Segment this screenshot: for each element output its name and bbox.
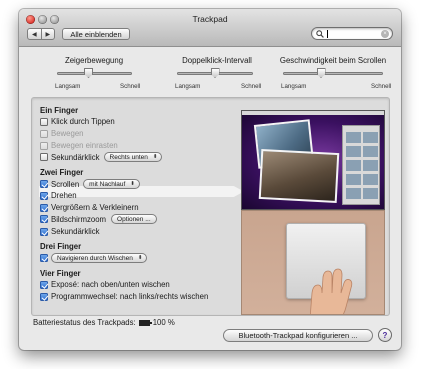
- rotate-option[interactable]: Drehen: [40, 191, 77, 200]
- text-caret: [327, 30, 328, 38]
- battery-status-value: 100 %: [152, 318, 175, 327]
- show-all-button[interactable]: Alle einblenden: [62, 28, 130, 40]
- forward-arrow-icon[interactable]: ▶: [40, 29, 55, 39]
- popup-arrows-icon: ⬍: [130, 181, 135, 187]
- secondary-click-two-checkbox[interactable]: [40, 227, 48, 236]
- tap-to-click-label: Klick durch Tippen: [51, 117, 115, 126]
- gesture-preview-video: [241, 110, 385, 210]
- expose-label: Exposé: nach oben/unten wischen: [51, 280, 170, 289]
- drag-lock-checkbox: [40, 141, 48, 150]
- double-click-knob[interactable]: [210, 68, 220, 78]
- tap-to-click-checkbox[interactable]: [40, 117, 48, 126]
- preview-photo: [258, 148, 340, 204]
- pointer-speed-slider[interactable]: [57, 72, 132, 75]
- pinch-zoom-label: Vergrößern & Verkleinern: [51, 203, 139, 212]
- search-icon: [316, 30, 324, 38]
- preview-menubar: [242, 111, 384, 115]
- three-finger-swipe-checkbox[interactable]: [40, 254, 48, 262]
- drag-lock-option: Bewegen einrasten: [40, 141, 118, 150]
- preview-side-panel: [342, 125, 380, 205]
- scroll-popup[interactable]: mit Nachlauf ⬍: [83, 179, 140, 189]
- hand-icon: [309, 268, 353, 314]
- battery-status-label: Batteriestatus des Trackpads:: [33, 318, 136, 327]
- scroll-speed-min-label: Langsam: [281, 83, 307, 90]
- nav-back-forward: ◀ ▶: [27, 28, 55, 40]
- screen-zoom-label: Bildschirmzoom: [51, 214, 107, 224]
- secondary-click-two-label: Sekundärklick: [51, 227, 100, 236]
- secondary-click-checkbox[interactable]: [40, 153, 48, 161]
- app-switch-checkbox[interactable]: [40, 292, 48, 301]
- scroll-speed-max-label: Schnell: [371, 83, 392, 90]
- scroll-speed-title: Geschwindigkeit beim Scrollen: [279, 56, 387, 65]
- help-button[interactable]: ?: [378, 328, 392, 342]
- section-one-finger: Ein Finger: [40, 106, 79, 115]
- scroll-popup-value: mit Nachlauf: [89, 180, 126, 188]
- app-switch-label: Programmwechsel: nach links/rechts wisch…: [51, 292, 209, 301]
- double-click-title: Doppelklick-Intervall: [182, 56, 252, 65]
- window-title: Trackpad: [192, 14, 228, 24]
- battery-status: Batteriestatus des Trackpads: 100 %: [33, 318, 175, 327]
- back-arrow-icon[interactable]: ◀: [28, 29, 41, 39]
- tap-to-click-option[interactable]: Klick durch Tippen: [40, 117, 115, 126]
- scroll-checkbox[interactable]: [40, 180, 48, 188]
- pointer-speed-max-label: Schnell: [120, 83, 141, 90]
- popup-arrows-icon: ⬍: [152, 154, 158, 160]
- pointer-speed-knob[interactable]: [84, 68, 93, 78]
- pinch-zoom-option[interactable]: Vergrößern & Verkleinern: [40, 203, 139, 212]
- trackpad-demo-image: [241, 210, 385, 315]
- pointer-speed-min-label: Langsam: [55, 83, 81, 90]
- section-two-fingers: Zwei Finger: [40, 168, 84, 177]
- screen-zoom-option: Bildschirmzoom Optionen ...: [40, 214, 157, 224]
- configure-bluetooth-trackpad-button[interactable]: Bluetooth-Trackpad konfigurieren ...: [223, 329, 373, 342]
- double-click-min-label: Langsam: [175, 83, 201, 90]
- expose-option[interactable]: Exposé: nach oben/unten wischen: [40, 280, 170, 289]
- pointer-speed-title: Zeigerbewegung: [64, 56, 124, 65]
- pinch-zoom-checkbox[interactable]: [40, 203, 48, 212]
- section-four-fingers: Vier Finger: [40, 269, 81, 278]
- screen-zoom-options-button[interactable]: Optionen ...: [111, 214, 157, 224]
- scroll-label: Scrollen: [51, 179, 80, 189]
- rotate-label: Drehen: [51, 191, 77, 200]
- rotate-checkbox[interactable]: [40, 191, 48, 200]
- scroll-speed-knob[interactable]: [316, 68, 326, 78]
- secondary-click-popup[interactable]: Rechts unten ⬍: [103, 152, 163, 162]
- three-finger-swipe-popup-value: Navigieren durch Wischen: [57, 254, 133, 262]
- app-switch-option[interactable]: Programmwechsel: nach links/rechts wisch…: [40, 292, 208, 301]
- scroll-option: Scrollen mit Nachlauf ⬍: [40, 179, 140, 189]
- secondary-click-two-option[interactable]: Sekundärklick: [40, 227, 100, 236]
- battery-icon: [138, 319, 152, 326]
- secondary-click-option: Sekundärklick Rechts unten ⬍: [40, 152, 163, 162]
- drag-option: Bewegen: [40, 129, 84, 138]
- screen-zoom-checkbox[interactable]: [40, 215, 48, 223]
- scroll-speed-slider[interactable]: [283, 72, 383, 75]
- title-bar: Trackpad ◀ ▶ Alle einblenden ×: [19, 9, 401, 47]
- clear-search-icon[interactable]: ×: [381, 30, 389, 38]
- double-click-max-label: Schnell: [241, 83, 262, 90]
- search-field[interactable]: ×: [311, 27, 393, 40]
- three-finger-swipe-option: Navigieren durch Wischen ⬍: [40, 253, 148, 263]
- secondary-click-popup-value: Rechts unten: [109, 153, 148, 161]
- secondary-click-label: Sekundärklick: [51, 152, 100, 162]
- drag-checkbox: [40, 129, 48, 138]
- drag-lock-label: Bewegen einrasten: [51, 141, 118, 150]
- section-three-fingers: Drei Finger: [40, 242, 82, 251]
- drag-label: Bewegen: [51, 129, 84, 138]
- trackpad-preferences-window: Trackpad ◀ ▶ Alle einblenden × Zeigerbew…: [19, 9, 401, 350]
- popup-arrows-icon: ⬍: [137, 255, 143, 261]
- expose-checkbox[interactable]: [40, 280, 48, 289]
- three-finger-swipe-popup[interactable]: Navigieren durch Wischen ⬍: [51, 253, 148, 263]
